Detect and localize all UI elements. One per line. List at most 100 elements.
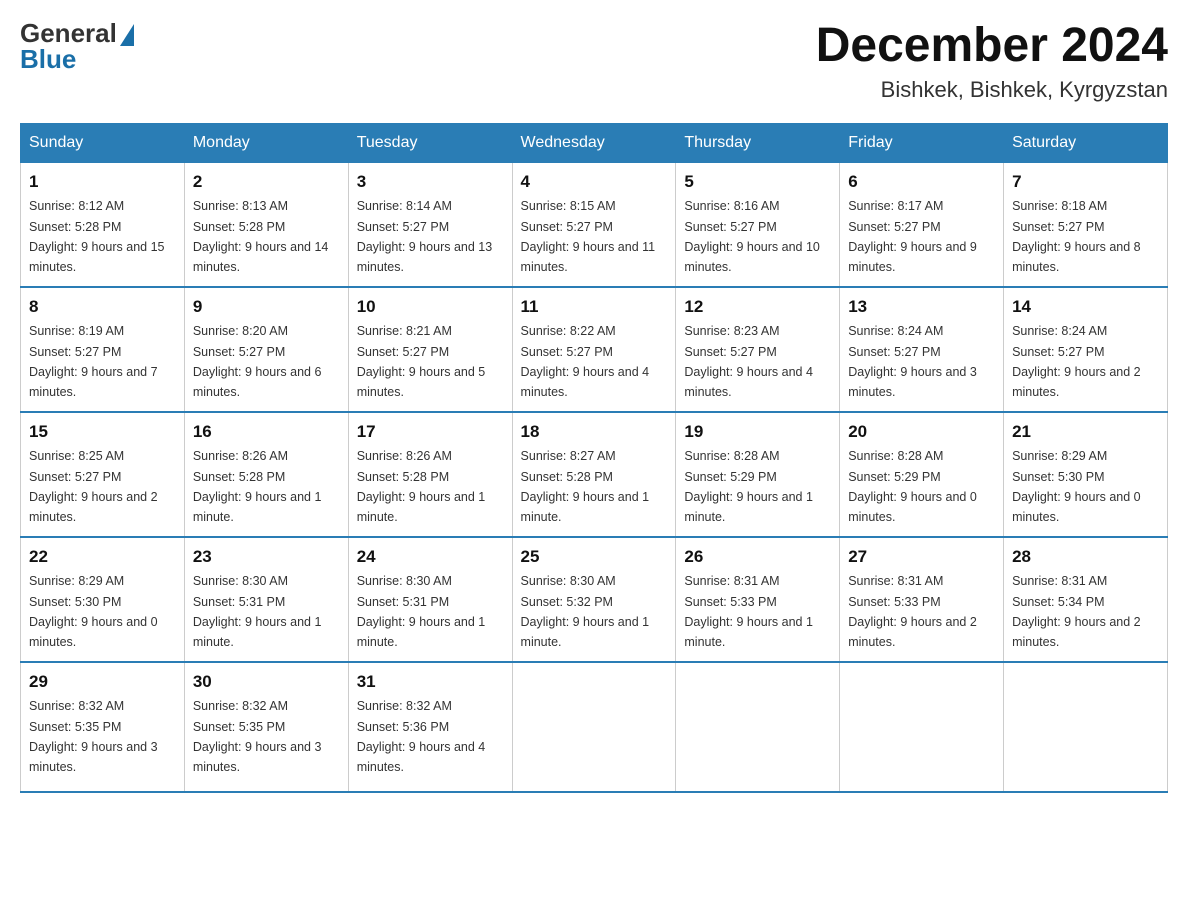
calendar-day-cell: 21 Sunrise: 8:29 AMSunset: 5:30 PMDaylig…: [1004, 412, 1168, 537]
calendar-week-row: 15 Sunrise: 8:25 AMSunset: 5:27 PMDaylig…: [21, 412, 1168, 537]
day-info: Sunrise: 8:22 AMSunset: 5:27 PMDaylight:…: [521, 324, 650, 399]
calendar-day-cell: 12 Sunrise: 8:23 AMSunset: 5:27 PMDaylig…: [676, 287, 840, 412]
day-number: 25: [521, 544, 668, 570]
calendar-day-cell: 24 Sunrise: 8:30 AMSunset: 5:31 PMDaylig…: [348, 537, 512, 662]
day-info: Sunrise: 8:12 AMSunset: 5:28 PMDaylight:…: [29, 199, 165, 274]
day-info: Sunrise: 8:17 AMSunset: 5:27 PMDaylight:…: [848, 199, 977, 274]
day-number: 26: [684, 544, 831, 570]
calendar-day-cell: [676, 662, 840, 792]
logo: General Blue: [20, 20, 134, 72]
day-number: 20: [848, 419, 995, 445]
day-number: 30: [193, 669, 340, 695]
day-info: Sunrise: 8:26 AMSunset: 5:28 PMDaylight:…: [193, 449, 322, 524]
day-number: 29: [29, 669, 176, 695]
day-info: Sunrise: 8:30 AMSunset: 5:32 PMDaylight:…: [521, 574, 650, 649]
calendar-day-cell: 9 Sunrise: 8:20 AMSunset: 5:27 PMDayligh…: [184, 287, 348, 412]
calendar-table: SundayMondayTuesdayWednesdayThursdayFrid…: [20, 123, 1168, 793]
day-info: Sunrise: 8:19 AMSunset: 5:27 PMDaylight:…: [29, 324, 158, 399]
day-info: Sunrise: 8:27 AMSunset: 5:28 PMDaylight:…: [521, 449, 650, 524]
logo-general-text: General: [20, 20, 117, 46]
day-number: 21: [1012, 419, 1159, 445]
day-number: 15: [29, 419, 176, 445]
calendar-day-cell: 5 Sunrise: 8:16 AMSunset: 5:27 PMDayligh…: [676, 162, 840, 287]
calendar-day-cell: [840, 662, 1004, 792]
logo-blue-text: Blue: [20, 46, 134, 72]
day-info: Sunrise: 8:26 AMSunset: 5:28 PMDaylight:…: [357, 449, 486, 524]
day-of-week-header: Monday: [184, 123, 348, 162]
day-number: 13: [848, 294, 995, 320]
day-number: 4: [521, 169, 668, 195]
day-number: 8: [29, 294, 176, 320]
calendar-day-cell: 10 Sunrise: 8:21 AMSunset: 5:27 PMDaylig…: [348, 287, 512, 412]
day-of-week-header: Thursday: [676, 123, 840, 162]
day-number: 9: [193, 294, 340, 320]
day-info: Sunrise: 8:18 AMSunset: 5:27 PMDaylight:…: [1012, 199, 1141, 274]
day-number: 3: [357, 169, 504, 195]
calendar-day-cell: [1004, 662, 1168, 792]
day-info: Sunrise: 8:21 AMSunset: 5:27 PMDaylight:…: [357, 324, 486, 399]
calendar-day-cell: 16 Sunrise: 8:26 AMSunset: 5:28 PMDaylig…: [184, 412, 348, 537]
calendar-day-cell: 18 Sunrise: 8:27 AMSunset: 5:28 PMDaylig…: [512, 412, 676, 537]
day-info: Sunrise: 8:15 AMSunset: 5:27 PMDaylight:…: [521, 199, 656, 274]
day-info: Sunrise: 8:20 AMSunset: 5:27 PMDaylight:…: [193, 324, 322, 399]
calendar-day-cell: 27 Sunrise: 8:31 AMSunset: 5:33 PMDaylig…: [840, 537, 1004, 662]
day-number: 7: [1012, 169, 1159, 195]
calendar-day-cell: 2 Sunrise: 8:13 AMSunset: 5:28 PMDayligh…: [184, 162, 348, 287]
page-header: General Blue December 2024 Bishkek, Bish…: [20, 20, 1168, 103]
day-number: 23: [193, 544, 340, 570]
day-of-week-header: Sunday: [21, 123, 185, 162]
calendar-day-cell: 22 Sunrise: 8:29 AMSunset: 5:30 PMDaylig…: [21, 537, 185, 662]
day-info: Sunrise: 8:29 AMSunset: 5:30 PMDaylight:…: [1012, 449, 1141, 524]
day-info: Sunrise: 8:32 AMSunset: 5:36 PMDaylight:…: [357, 699, 486, 774]
calendar-day-cell: 29 Sunrise: 8:32 AMSunset: 5:35 PMDaylig…: [21, 662, 185, 792]
calendar-day-cell: 23 Sunrise: 8:30 AMSunset: 5:31 PMDaylig…: [184, 537, 348, 662]
day-of-week-header: Saturday: [1004, 123, 1168, 162]
calendar-day-cell: 14 Sunrise: 8:24 AMSunset: 5:27 PMDaylig…: [1004, 287, 1168, 412]
day-info: Sunrise: 8:25 AMSunset: 5:27 PMDaylight:…: [29, 449, 158, 524]
calendar-day-cell: 13 Sunrise: 8:24 AMSunset: 5:27 PMDaylig…: [840, 287, 1004, 412]
calendar-subtitle: Bishkek, Bishkek, Kyrgyzstan: [816, 77, 1168, 103]
day-number: 10: [357, 294, 504, 320]
day-number: 24: [357, 544, 504, 570]
day-info: Sunrise: 8:13 AMSunset: 5:28 PMDaylight:…: [193, 199, 329, 274]
calendar-day-cell: 15 Sunrise: 8:25 AMSunset: 5:27 PMDaylig…: [21, 412, 185, 537]
day-number: 16: [193, 419, 340, 445]
calendar-header: SundayMondayTuesdayWednesdayThursdayFrid…: [21, 123, 1168, 162]
day-info: Sunrise: 8:32 AMSunset: 5:35 PMDaylight:…: [193, 699, 322, 774]
calendar-body: 1 Sunrise: 8:12 AMSunset: 5:28 PMDayligh…: [21, 162, 1168, 792]
day-number: 31: [357, 669, 504, 695]
calendar-day-cell: 17 Sunrise: 8:26 AMSunset: 5:28 PMDaylig…: [348, 412, 512, 537]
day-info: Sunrise: 8:24 AMSunset: 5:27 PMDaylight:…: [1012, 324, 1141, 399]
calendar-week-row: 29 Sunrise: 8:32 AMSunset: 5:35 PMDaylig…: [21, 662, 1168, 792]
day-number: 18: [521, 419, 668, 445]
day-number: 1: [29, 169, 176, 195]
calendar-day-cell: 7 Sunrise: 8:18 AMSunset: 5:27 PMDayligh…: [1004, 162, 1168, 287]
calendar-day-cell: 8 Sunrise: 8:19 AMSunset: 5:27 PMDayligh…: [21, 287, 185, 412]
calendar-day-cell: 6 Sunrise: 8:17 AMSunset: 5:27 PMDayligh…: [840, 162, 1004, 287]
day-number: 28: [1012, 544, 1159, 570]
day-number: 2: [193, 169, 340, 195]
day-info: Sunrise: 8:31 AMSunset: 5:34 PMDaylight:…: [1012, 574, 1141, 649]
calendar-week-row: 22 Sunrise: 8:29 AMSunset: 5:30 PMDaylig…: [21, 537, 1168, 662]
day-number: 6: [848, 169, 995, 195]
day-number: 19: [684, 419, 831, 445]
day-info: Sunrise: 8:30 AMSunset: 5:31 PMDaylight:…: [193, 574, 322, 649]
calendar-day-cell: 11 Sunrise: 8:22 AMSunset: 5:27 PMDaylig…: [512, 287, 676, 412]
day-info: Sunrise: 8:16 AMSunset: 5:27 PMDaylight:…: [684, 199, 820, 274]
title-section: December 2024 Bishkek, Bishkek, Kyrgyzst…: [816, 20, 1168, 103]
day-number: 22: [29, 544, 176, 570]
day-number: 11: [521, 294, 668, 320]
calendar-day-cell: 3 Sunrise: 8:14 AMSunset: 5:27 PMDayligh…: [348, 162, 512, 287]
calendar-day-cell: [512, 662, 676, 792]
calendar-day-cell: 19 Sunrise: 8:28 AMSunset: 5:29 PMDaylig…: [676, 412, 840, 537]
calendar-day-cell: 4 Sunrise: 8:15 AMSunset: 5:27 PMDayligh…: [512, 162, 676, 287]
day-info: Sunrise: 8:14 AMSunset: 5:27 PMDaylight:…: [357, 199, 493, 274]
day-info: Sunrise: 8:23 AMSunset: 5:27 PMDaylight:…: [684, 324, 813, 399]
calendar-day-cell: 28 Sunrise: 8:31 AMSunset: 5:34 PMDaylig…: [1004, 537, 1168, 662]
day-info: Sunrise: 8:28 AMSunset: 5:29 PMDaylight:…: [848, 449, 977, 524]
day-info: Sunrise: 8:30 AMSunset: 5:31 PMDaylight:…: [357, 574, 486, 649]
calendar-day-cell: 30 Sunrise: 8:32 AMSunset: 5:35 PMDaylig…: [184, 662, 348, 792]
day-number: 17: [357, 419, 504, 445]
calendar-day-cell: 25 Sunrise: 8:30 AMSunset: 5:32 PMDaylig…: [512, 537, 676, 662]
calendar-title: December 2024: [816, 20, 1168, 73]
